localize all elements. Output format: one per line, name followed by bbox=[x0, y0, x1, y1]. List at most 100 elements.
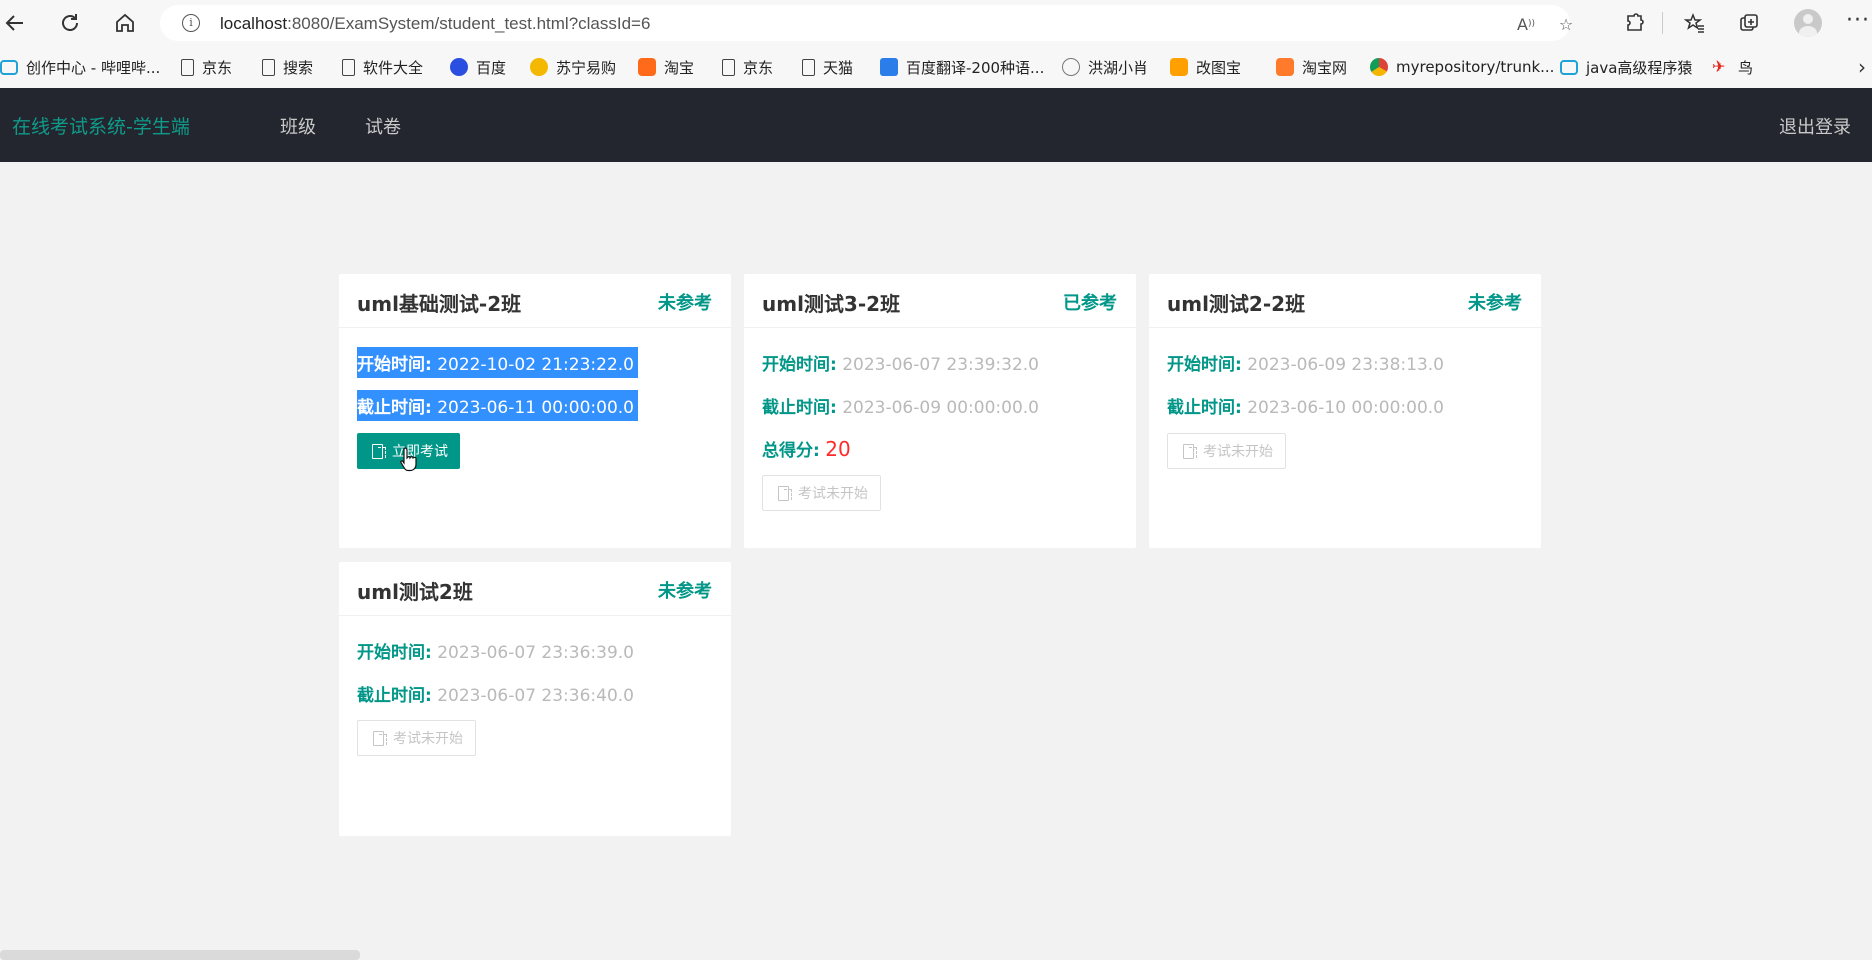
total-score-label: 总得分: bbox=[762, 441, 820, 461]
nav-item-class[interactable]: 班级 bbox=[280, 113, 316, 139]
reload-button[interactable] bbox=[55, 8, 85, 38]
exam-book-icon bbox=[777, 485, 793, 501]
bookmark-item[interactable]: 苏宁易购 bbox=[530, 46, 616, 88]
browser-toolbar: i localhost:8080/ExamSystem/student_test… bbox=[0, 0, 1872, 46]
bookmark-item[interactable]: 百度 bbox=[450, 46, 506, 88]
button-label: 考试未开始 bbox=[1203, 444, 1273, 460]
end-time-label: 截止时间: bbox=[762, 398, 837, 418]
end-time-row: 截止时间: 2023-06-10 00:00:00.0 bbox=[1167, 393, 1444, 418]
collections-icon[interactable] bbox=[1736, 10, 1762, 36]
total-score-row: 总得分: 20 bbox=[762, 436, 851, 461]
bookmarks-bar: 创作中心 - 哔哩哔... 京东 搜索 软件大全 百度 苏宁易购 淘宝 京东 天… bbox=[0, 46, 1872, 88]
exam-title: uml测试2班 bbox=[357, 580, 473, 604]
exam-status: 未参考 bbox=[658, 293, 712, 314]
bookmark-label: java高级程序猿 bbox=[1586, 58, 1693, 77]
bookmark-item[interactable]: 天猫 bbox=[802, 46, 853, 88]
add-favorite-icon[interactable]: ☆ bbox=[1555, 13, 1577, 35]
file-icon bbox=[262, 58, 275, 76]
baidu-translate-icon bbox=[880, 58, 898, 76]
exam-not-started-button: 考试未开始 bbox=[762, 475, 881, 511]
exam-card: uml基础测试-2班 未参考 开始时间: 2022-10-02 21:23:22… bbox=[339, 274, 731, 548]
url-text[interactable]: localhost:8080/ExamSystem/student_test.h… bbox=[220, 14, 650, 34]
start-time-value: 2023-06-07 23:39:32.0 bbox=[842, 355, 1039, 375]
bookmark-item[interactable]: myrepository/trunk... bbox=[1370, 46, 1554, 88]
end-time-value: 2023-06-07 23:36:40.0 bbox=[437, 686, 634, 706]
bird-red-icon: ✈ bbox=[1712, 57, 1726, 76]
bookmark-label: 淘宝网 bbox=[1302, 58, 1348, 77]
exam-status: 未参考 bbox=[1468, 293, 1522, 314]
bookmark-item[interactable]: 百度翻译-200种语... bbox=[880, 46, 1044, 88]
exam-book-icon bbox=[1182, 443, 1198, 459]
address-bar[interactable]: i localhost:8080/ExamSystem/student_test… bbox=[160, 5, 1573, 41]
app-header: 在线考试系统-学生端 班级 试卷 退出登录 bbox=[0, 88, 1872, 162]
start-time-row: 开始时间: 2022-10-02 21:23:22.0 bbox=[357, 347, 638, 378]
start-time-row: 开始时间: 2023-06-09 23:38:13.0 bbox=[1167, 350, 1444, 375]
bookmark-item[interactable]: 搜索 bbox=[262, 46, 313, 88]
end-time-value: 2023-06-09 00:00:00.0 bbox=[842, 398, 1039, 418]
file-icon bbox=[181, 58, 194, 76]
nav-item-papers[interactable]: 试卷 bbox=[365, 113, 401, 139]
horizontal-scrollbar[interactable] bbox=[0, 950, 360, 960]
file-icon bbox=[342, 58, 355, 76]
exam-card: uml测试3-2班 已参考 开始时间: 2023-06-07 23:39:32.… bbox=[744, 274, 1136, 548]
bookmark-item[interactable]: 洪湖小肖 bbox=[1062, 46, 1148, 88]
url-path: :8080/ExamSystem/student_test.html?class… bbox=[287, 14, 651, 33]
taobao-icon bbox=[638, 58, 656, 76]
bird-icon bbox=[1062, 58, 1080, 76]
start-time-row: 开始时间: 2023-06-07 23:36:39.0 bbox=[357, 638, 634, 663]
exam-title: uml基础测试-2班 bbox=[357, 292, 522, 316]
bookmark-item[interactable]: 京东 bbox=[181, 46, 232, 88]
bookmark-label: 改图宝 bbox=[1196, 58, 1242, 77]
profile-avatar[interactable] bbox=[1794, 9, 1822, 37]
bookmark-item[interactable]: 软件大全 bbox=[342, 46, 423, 88]
back-arrow-icon bbox=[5, 15, 23, 31]
end-time-value: 2023-06-10 00:00:00.0 bbox=[1247, 398, 1444, 418]
favorites-icon[interactable] bbox=[1682, 10, 1708, 36]
bookmark-item[interactable]: 淘宝网 bbox=[1276, 46, 1347, 88]
site-info-icon[interactable]: i bbox=[182, 14, 200, 32]
logout-link[interactable]: 退出登录 bbox=[1779, 113, 1851, 139]
start-time-value: 2022-10-02 21:23:22.0 bbox=[437, 355, 634, 375]
exam-card: uml测试2班 未参考 开始时间: 2023-06-07 23:36:39.0 … bbox=[339, 562, 731, 836]
bookmark-item[interactable]: 创作中心 - 哔哩哔... bbox=[0, 46, 160, 88]
more-menu-icon[interactable]: ··· bbox=[1846, 8, 1870, 33]
bookmark-item[interactable]: java高级程序猿 bbox=[1560, 46, 1692, 88]
bookmark-label: 苏宁易购 bbox=[556, 58, 617, 77]
url-host: localhost bbox=[220, 14, 288, 33]
bookmark-label: 天猫 bbox=[823, 58, 854, 77]
reload-icon bbox=[62, 14, 78, 31]
bookmark-item[interactable]: 改图宝 bbox=[1170, 46, 1241, 88]
start-time-label: 开始时间: bbox=[357, 643, 432, 663]
bookmark-label: 京东 bbox=[202, 58, 233, 77]
exam-title: uml测试2-2班 bbox=[1167, 292, 1306, 316]
bookmark-label: 淘宝 bbox=[664, 58, 695, 77]
bookmark-item[interactable]: ✈ 鸟 bbox=[1712, 46, 1753, 88]
exam-status: 已参考 bbox=[1063, 293, 1117, 314]
hand-cursor-icon bbox=[400, 447, 417, 472]
chrome-icon bbox=[1370, 58, 1388, 76]
bilibili-icon bbox=[0, 59, 18, 75]
start-time-row: 开始时间: 2023-06-07 23:39:32.0 bbox=[762, 350, 1039, 375]
end-time-row: 截止时间: 2023-06-11 00:00:00.0 bbox=[357, 390, 638, 421]
bookmark-label: 洪湖小肖 bbox=[1088, 58, 1149, 77]
gaitubao-icon bbox=[1170, 58, 1188, 76]
bookmark-label: 百度 bbox=[476, 58, 507, 77]
bookmark-item[interactable]: 淘宝 bbox=[638, 46, 694, 88]
bookmark-item[interactable]: 京东 bbox=[722, 46, 773, 88]
end-time-row: 截止时间: 2023-06-09 00:00:00.0 bbox=[762, 393, 1039, 418]
chevron-right-icon[interactable]: › bbox=[1858, 55, 1866, 79]
read-aloud-icon[interactable]: A)) bbox=[1515, 13, 1537, 35]
start-time-label: 开始时间: bbox=[357, 355, 432, 375]
baidu-icon bbox=[450, 58, 468, 76]
brand-logo[interactable]: 在线考试系统-学生端 bbox=[12, 112, 190, 139]
home-icon bbox=[116, 13, 134, 32]
home-button[interactable] bbox=[110, 8, 140, 38]
taobao-icon bbox=[1276, 58, 1294, 76]
file-icon bbox=[802, 58, 815, 76]
exam-not-started-button: 考试未开始 bbox=[1167, 433, 1286, 469]
exam-not-started-button: 考试未开始 bbox=[357, 720, 476, 756]
back-button[interactable] bbox=[0, 8, 30, 38]
extensions-icon[interactable] bbox=[1622, 10, 1648, 36]
card-header: uml基础测试-2班 未参考 bbox=[339, 274, 731, 328]
total-score-value: 20 bbox=[825, 437, 851, 461]
